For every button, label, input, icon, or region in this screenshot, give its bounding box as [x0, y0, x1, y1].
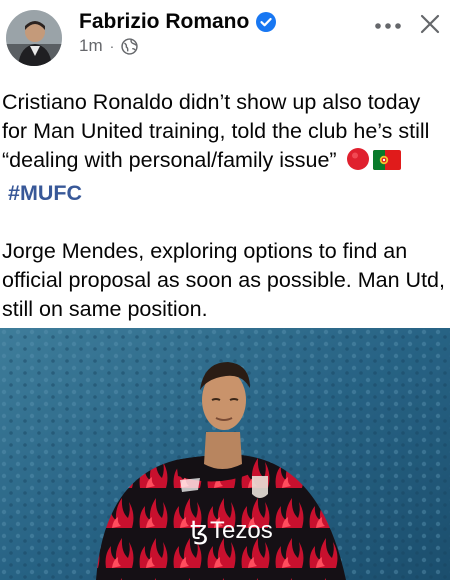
- more-options-icon: [374, 17, 402, 35]
- post-header: Fabrizio Romano 1m ·: [0, 0, 450, 72]
- author-name[interactable]: Fabrizio Romano: [79, 9, 249, 35]
- hashtag-link[interactable]: #MUFC: [8, 181, 82, 205]
- globe-icon[interactable]: [121, 37, 138, 55]
- close-button[interactable]: [414, 10, 446, 42]
- photo-sponsor-text: Tezos: [210, 517, 273, 544]
- verified-badge-icon: [256, 12, 277, 32]
- post-meta: 1m ·: [79, 36, 138, 56]
- meta-separator: ·: [109, 38, 115, 54]
- author-line: Fabrizio Romano: [79, 9, 277, 35]
- author-avatar[interactable]: [6, 10, 62, 66]
- photo-sponsor-symbol: ꜩ: [190, 515, 208, 545]
- post-paragraph-2: Jorge Mendes, exploring options to find …: [2, 239, 445, 321]
- post-photo[interactable]: ꜩ Tezos: [0, 328, 450, 580]
- post-timestamp[interactable]: 1m: [79, 36, 103, 56]
- post-body: Cristiano Ronaldo didn’t show up also to…: [2, 88, 448, 324]
- more-options-button[interactable]: [370, 12, 406, 40]
- red-circle-icon: [346, 147, 370, 179]
- close-icon: [420, 14, 440, 39]
- post-paragraph-1: Cristiano Ronaldo didn’t show up also to…: [2, 88, 448, 208]
- portugal-flag-icon: [372, 149, 401, 179]
